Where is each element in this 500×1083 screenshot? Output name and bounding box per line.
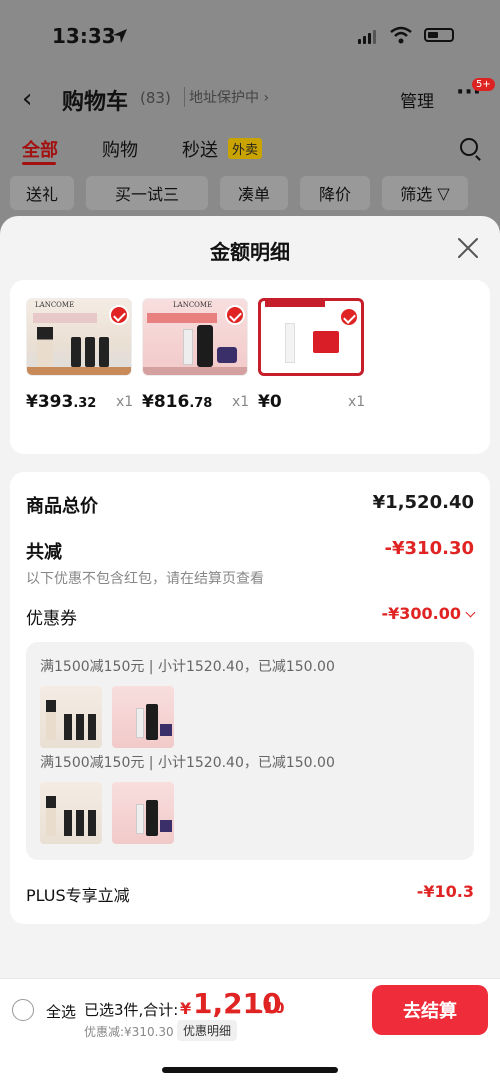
plus-discount-label: PLUS专享立减	[26, 886, 130, 905]
coupon-product-thumb	[40, 686, 102, 748]
chip-filter-label: 筛选	[400, 185, 433, 204]
tab-shopping[interactable]: 购物	[102, 136, 138, 162]
product-image: LANCOME	[142, 298, 248, 376]
discount-detail-button[interactable]: 优惠明细	[177, 1020, 238, 1041]
price-int: ¥393	[26, 392, 74, 412]
home-indicator	[162, 1067, 338, 1073]
coupon-line: 满1500减150元 | 小计1520.40，已减150.00	[40, 659, 335, 675]
product-item[interactable]: ¥0 x1	[258, 298, 365, 412]
total-value: ¥1,520.40	[372, 492, 474, 513]
cart-count: (83)	[140, 89, 171, 107]
close-icon[interactable]	[456, 236, 480, 260]
selected-check-icon	[109, 305, 129, 325]
select-all-checkbox[interactable]	[12, 999, 34, 1021]
selected-summary: 已选3件,合计:	[84, 1001, 179, 1019]
price-int: ¥0	[258, 392, 282, 412]
filter-chips: 送礼 买一试三 凑单 降价 筛选 ▽	[10, 176, 500, 212]
summary-card: 商品总价 ¥1,520.40 共减 -¥310.30 以下优惠不包含红包，请在结…	[10, 472, 490, 924]
product-qty: x1	[116, 394, 134, 410]
status-time: 13:33	[52, 24, 116, 48]
coupon-line: 满1500减150元 | 小计1520.40，已减150.00	[40, 755, 335, 771]
product-brand: LANCOME	[35, 301, 75, 309]
total-decimal: .10	[258, 999, 285, 1017]
product-qty: x1	[348, 394, 366, 410]
battery-icon	[424, 28, 454, 42]
product-image	[258, 298, 364, 376]
tab-instant-delivery[interactable]: 秒送	[182, 136, 218, 162]
takeout-badge: 外卖	[228, 138, 263, 159]
address-protection-link[interactable]: 地址保护中 ›	[184, 87, 269, 107]
coupon-details: 满1500减150元 | 小计1520.40，已减150.00 满1500减15…	[26, 642, 474, 860]
search-icon[interactable]	[460, 138, 478, 156]
coupon-toggle[interactable]: -¥300.00	[381, 604, 476, 623]
background-page: 13:33 ‹ 购物车 (83) 地址保护中 › 管理 ··· 5+ 全部 购物…	[0, 0, 500, 240]
status-bar: 13:33	[0, 20, 500, 54]
back-icon[interactable]: ‹	[22, 84, 32, 114]
product-price: ¥816.78	[142, 392, 212, 412]
chip-try[interactable]: 买一试三	[86, 176, 208, 210]
notification-badge: 5+	[472, 78, 495, 91]
chevron-down-icon	[465, 607, 476, 618]
total-label: 商品总价	[26, 496, 98, 517]
price-dec: .78	[189, 396, 213, 411]
product-image: LANCOME	[26, 298, 132, 376]
tab-underline	[22, 162, 56, 165]
product-brand: LANCOME	[173, 301, 213, 309]
coupon-product-thumb	[112, 782, 174, 844]
product-item[interactable]: LANCOME ¥816.78 x1	[142, 298, 249, 412]
nav-bar: ‹ 购物车 (83) 地址保护中 › 管理 ··· 5+	[0, 78, 500, 118]
page-title: 购物车	[62, 90, 129, 115]
selected-check-icon	[225, 305, 245, 325]
sheet-title: 金额明细	[210, 240, 290, 264]
product-price: ¥0	[258, 392, 282, 412]
coupon-product-thumb	[112, 686, 174, 748]
signal-icon	[358, 30, 376, 44]
tab-bar: 全部 购物 秒送 外卖	[0, 134, 500, 165]
wifi-icon	[390, 26, 412, 44]
price-int: ¥816	[142, 392, 190, 412]
coupon-value: -¥300.00	[381, 604, 461, 623]
tab-all[interactable]: 全部	[22, 136, 58, 162]
price-dec: .32	[73, 396, 97, 411]
discount-value: -¥310.30	[384, 538, 474, 559]
discount-summary: 优惠减:¥310.30	[84, 1025, 174, 1039]
chip-bundle[interactable]: 凑单	[220, 176, 288, 210]
checkout-bar: 全选 已选3件,合计: ¥ 1,210 .10 优惠减:¥310.30 优惠明细…	[0, 978, 500, 1083]
coupon-label: 优惠券	[26, 609, 77, 629]
coupon-product-thumb	[40, 782, 102, 844]
discount-label: 共减	[26, 542, 62, 563]
location-arrow-icon	[113, 29, 127, 43]
product-qty: x1	[232, 394, 250, 410]
product-price: ¥393.32	[26, 392, 96, 412]
plus-discount-value: -¥10.3	[416, 882, 474, 901]
checkout-button[interactable]: 去结算	[372, 985, 488, 1035]
chip-price-drop[interactable]: 降价	[300, 176, 370, 210]
total-currency: ¥	[180, 999, 192, 1018]
amount-detail-sheet: 金额明细 LANCOME ¥393.32 x1 LANCOME ¥816.78 …	[0, 216, 500, 1083]
select-all-label[interactable]: 全选	[46, 1001, 76, 1022]
chip-gift[interactable]: 送礼	[10, 176, 74, 210]
manage-button[interactable]: 管理	[400, 87, 434, 112]
chip-filter[interactable]: 筛选 ▽	[382, 176, 468, 210]
chip-try-label: 买一试三	[114, 185, 179, 204]
filter-icon: ▽	[437, 183, 450, 203]
products-card: LANCOME ¥393.32 x1 LANCOME ¥816.78 x1 ¥0…	[10, 280, 490, 454]
discount-note: 以下优惠不包含红包，请在结算页查看	[26, 571, 264, 587]
product-item[interactable]: LANCOME ¥393.32 x1	[26, 298, 133, 412]
selected-check-icon	[339, 307, 359, 327]
